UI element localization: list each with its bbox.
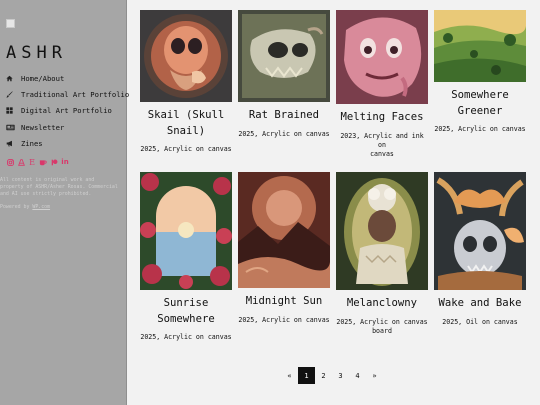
kofi-icon[interactable] xyxy=(39,158,47,166)
artwork-caption: 2025, Acrylic on canvas xyxy=(238,315,330,324)
artwork-card[interactable]: Midnight Sun 2025, Acrylic on canvas xyxy=(238,172,330,325)
artwork-image[interactable] xyxy=(238,10,330,102)
nav-item-label: Traditional Art Portfolio xyxy=(21,89,130,99)
artwork-title[interactable]: Melanclowny xyxy=(336,296,428,312)
etsy-icon[interactable]: E xyxy=(28,158,36,167)
artwork-card[interactable]: Wake and Bake 2025, Oil on canvas xyxy=(434,172,526,327)
nav-item-label: Home/About xyxy=(21,73,65,83)
portfolio-grid: Skail (Skull Snail) 2025, Acrylic on can… xyxy=(128,0,540,405)
home-icon xyxy=(6,75,21,82)
artwork-image[interactable] xyxy=(336,10,428,104)
nav-item-traditional-art-portfolio[interactable]: Traditional Art Portfolio xyxy=(6,86,129,102)
main-nav: Home/About Traditional Art Portfolio Dig… xyxy=(6,70,129,151)
artwork-title[interactable]: Sunrise Somewhere xyxy=(140,296,232,327)
sidebar: ASHR Home/About Traditional Art Portfoli… xyxy=(0,0,129,405)
artwork-title[interactable]: Skail (Skull Snail) xyxy=(140,108,232,139)
artwork-caption: 2025, Acrylic on canvas xyxy=(140,145,232,153)
powered-by-link[interactable]: WP.com xyxy=(32,204,50,210)
artwork-caption: 2025, Acrylic on canvas board xyxy=(336,317,428,335)
copyright-notice: All content is original work and propert… xyxy=(0,177,118,197)
logo-image[interactable] xyxy=(6,19,15,28)
social-links: E in xyxy=(6,158,69,167)
artwork-card[interactable]: Sunrise Somewhere 2025, Acrylic on canva… xyxy=(140,172,232,342)
instagram-icon[interactable] xyxy=(6,158,14,166)
nav-item-zines[interactable]: Zines xyxy=(6,135,124,151)
nav-item-newsletter[interactable]: Newsletter xyxy=(6,119,124,135)
next-page-link[interactable]: » xyxy=(366,367,383,384)
artwork-caption: 2025, Acrylic on canvas xyxy=(140,333,232,341)
artwork-image[interactable] xyxy=(140,172,232,290)
artwork-title[interactable]: Rat Brained xyxy=(238,108,330,124)
nav-item-label: Digital Art Portfolio xyxy=(21,106,112,116)
linktree-icon[interactable] xyxy=(17,158,25,166)
prev-page-link[interactable]: « xyxy=(281,367,298,384)
artwork-card[interactable]: Skail (Skull Snail) 2025, Acrylic on can… xyxy=(140,10,232,154)
linkedin-icon[interactable]: in xyxy=(61,158,69,166)
artwork-title[interactable]: Melting Faces xyxy=(336,110,428,126)
powered-by: Powered by WP.com xyxy=(0,204,50,210)
nav-item-home-about[interactable]: Home/About xyxy=(6,70,124,86)
artwork-title[interactable]: Midnight Sun xyxy=(238,294,330,310)
page-link-current[interactable]: 1 xyxy=(298,367,315,384)
artwork-card[interactable]: Rat Brained 2025, Acrylic on canvas xyxy=(238,10,330,139)
artwork-image[interactable] xyxy=(336,172,428,290)
nav-item-label: Zines xyxy=(21,138,43,148)
pagination: « 1 2 3 4 » xyxy=(281,367,383,384)
grid-icon xyxy=(6,107,21,114)
brush-icon xyxy=(6,91,21,98)
page-link[interactable]: 4 xyxy=(349,367,366,384)
artwork-caption: 2025, Acrylic on canvas xyxy=(434,125,526,133)
artwork-card[interactable]: Melting Faces 2023, Acrylic and ink on c… xyxy=(336,10,428,159)
artwork-caption: 2023, Acrylic and ink on canvas xyxy=(340,131,424,158)
artwork-image[interactable] xyxy=(140,10,232,102)
page-link[interactable]: 3 xyxy=(332,367,349,384)
site-title[interactable]: ASHR xyxy=(6,43,67,63)
artwork-card[interactable]: Melanclowny 2025, Acrylic on canvas boar… xyxy=(336,172,428,336)
artwork-image[interactable] xyxy=(238,172,330,288)
artwork-caption: 2025, Oil on canvas xyxy=(442,317,518,326)
page-link[interactable]: 2 xyxy=(315,367,332,384)
nav-item-label: Newsletter xyxy=(21,122,65,132)
artwork-image[interactable] xyxy=(434,172,526,290)
powered-by-prefix: Powered by xyxy=(0,204,33,210)
newspaper-icon xyxy=(6,124,21,131)
megaphone-icon xyxy=(6,140,21,147)
artwork-card[interactable]: Somewhere Greener 2025, Acrylic on canva… xyxy=(434,10,526,134)
artwork-caption: 2025, Acrylic on canvas xyxy=(238,129,330,138)
artwork-title[interactable]: Wake and Bake xyxy=(434,296,526,312)
artwork-image[interactable] xyxy=(434,10,526,82)
artwork-title[interactable]: Somewhere Greener xyxy=(434,88,526,119)
patreon-icon[interactable] xyxy=(50,158,58,166)
nav-item-digital-art-portfolio[interactable]: Digital Art Portfolio xyxy=(6,103,124,119)
